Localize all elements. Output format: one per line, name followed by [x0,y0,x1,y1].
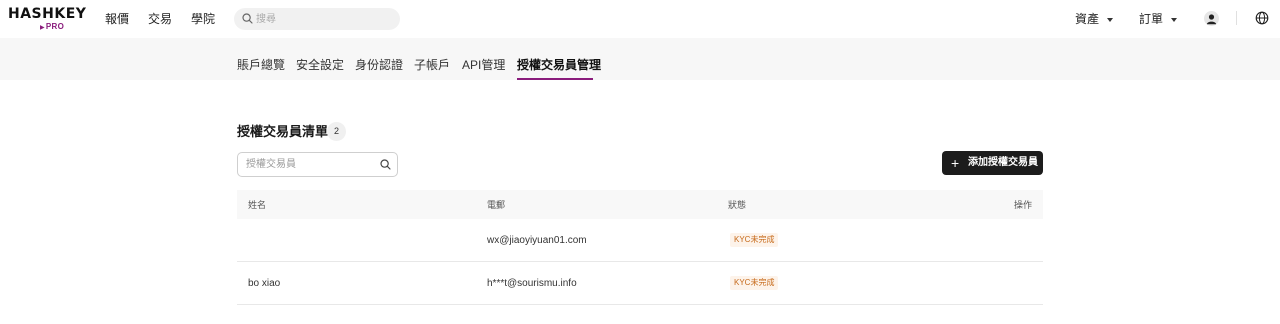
count-badge: 2 [327,122,346,141]
logo-sub-text: ▶PRO [40,22,65,31]
orders-label: 訂單 [1139,12,1164,26]
tab-sub-accounts[interactable]: 子帳戶 [414,57,450,73]
nav-quotes[interactable]: 報價 [105,11,129,27]
nav-academy[interactable]: 學院 [191,11,215,27]
table-row: wx@jiaoyiyuan01.com KYC未完成 [237,219,1043,262]
user-icon [1206,14,1217,25]
table-header: 姓名 電郵 狀態 操作 [237,190,1043,219]
plus-icon: + [951,155,960,171]
column-header-status: 狀態 [728,200,747,210]
status-badge: KYC未完成 [730,233,779,247]
add-authorized-trader-button[interactable]: + 添加授權交易員 [942,151,1043,175]
page-title: 授權交易員清單 [237,124,329,139]
table-row: bo xiao h***t@sourismu.info KYC未完成 [237,262,1043,305]
search-input[interactable] [256,11,392,27]
global-search [234,8,400,30]
tab-authorized-trader-management[interactable]: 授權交易員管理 [517,57,601,73]
logo-text: HASHKEY [8,6,87,22]
add-button-label: 添加授權交易員 [968,157,1038,168]
trader-search [237,152,398,177]
hashkey-pro-logo[interactable]: HASHKEY ▶PRO [8,6,86,32]
nav-trade[interactable]: 交易 [148,11,172,27]
assets-label: 資產 [1075,12,1100,26]
divider [1236,11,1237,25]
trader-email: h***t@sourismu.info [487,278,577,289]
search-icon [242,13,253,24]
search-icon[interactable] [380,159,391,170]
chevron-down-icon [1171,17,1178,22]
tab-identity-verification[interactable]: 身份認證 [355,57,403,73]
tab-api-management[interactable]: API管理 [462,57,505,73]
trader-name: bo xiao [248,278,281,289]
tab-account-overview[interactable]: 賬戶總覽 [237,57,285,73]
account-subnav: 賬戶總覽 安全設定 身份認證 子帳戶 API管理 授權交易員管理 [0,38,1280,80]
active-tab-indicator [517,78,593,80]
column-header-action: 操作 [1013,200,1032,210]
top-bar: HASHKEY ▶PRO 報價 交易 學院 資產 訂單 [0,0,1280,38]
trader-search-input[interactable] [246,157,376,172]
column-header-name: 姓名 [248,200,267,210]
status-badge: KYC未完成 [730,276,779,290]
column-header-email: 電郵 [487,200,506,210]
tab-security-settings[interactable]: 安全設定 [296,57,344,73]
globe-icon[interactable] [1255,11,1269,25]
assets-menu[interactable]: 資產 [1075,11,1114,27]
chevron-down-icon [1107,17,1114,22]
trader-email: wx@jiaoyiyuan01.com [487,235,587,246]
user-avatar-icon[interactable] [1204,11,1219,26]
orders-menu[interactable]: 訂單 [1139,11,1178,27]
